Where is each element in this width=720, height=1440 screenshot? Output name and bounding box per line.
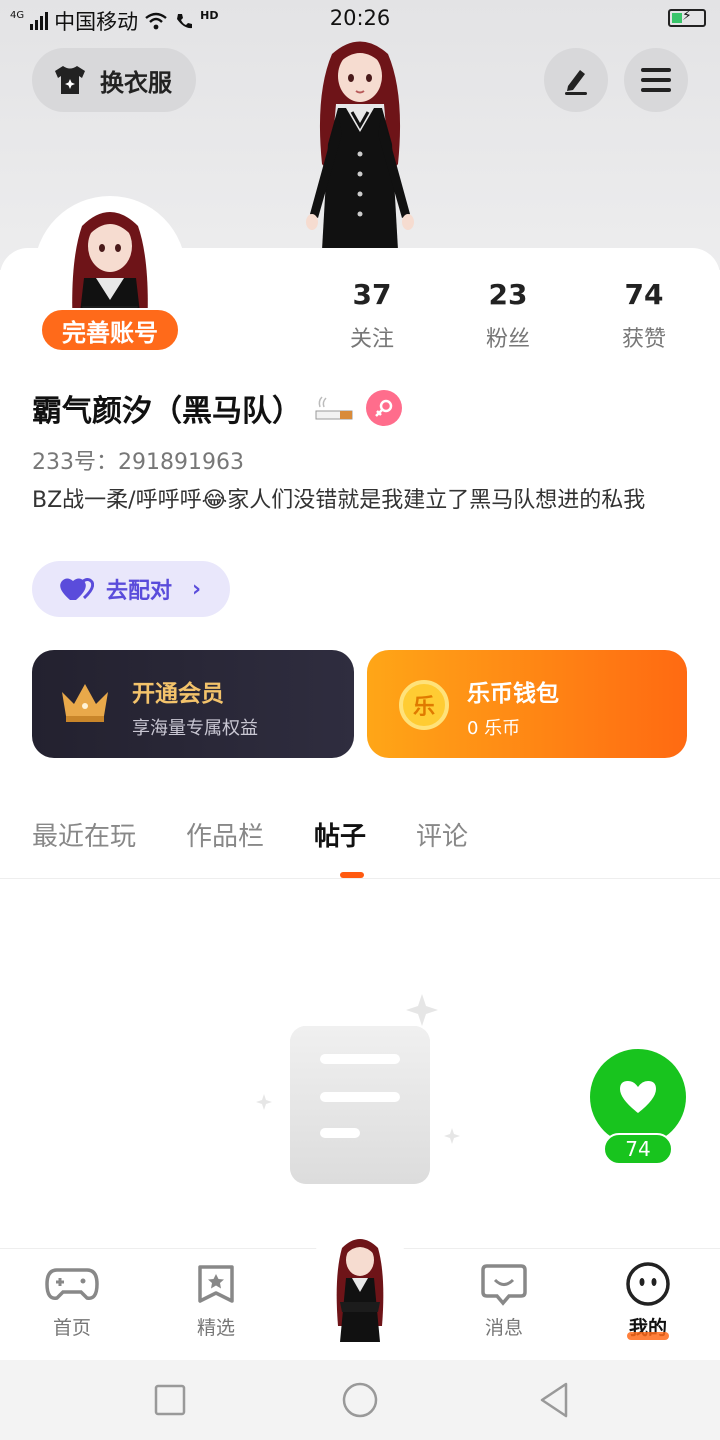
coin-icon: 乐 [399,680,449,730]
go-match-label: 去配对 [106,579,173,604]
empty-document-icon [256,994,460,1184]
fans-label: 粉丝 [485,327,530,352]
complete-account-button[interactable]: 完善账号 [40,308,180,352]
vip-subtitle: 享海量专属权益 [132,718,258,739]
home-circle-icon[interactable] [340,1380,380,1420]
stat-likes[interactable]: 74 获赞 [589,278,699,353]
nav-featured-label: 精选 [196,1317,235,1339]
nav-me-underline [627,1332,669,1340]
following-count: 37 [352,278,392,311]
tab-divider [0,878,720,879]
nav-me[interactable]: 我的 [598,1261,698,1340]
heart-pair-icon [60,578,94,600]
pencil-icon [565,70,587,95]
nav-home-label: 首页 [52,1317,91,1339]
following-label: 关注 [349,327,394,352]
nav-home[interactable]: 首页 [22,1261,122,1340]
recent-apps-icon[interactable] [154,1380,186,1420]
stat-fans[interactable]: 23 粉丝 [453,278,563,353]
tab-posts[interactable]: 帖子 [314,816,366,853]
vip-title: 开通会员 [132,681,224,707]
wallet-balance: 0 乐币 [467,718,521,739]
battery-icon: ⚡ [668,8,706,27]
status-bar: 4G 中国移动 HD 20:26 ⚡ [0,0,720,38]
username: 霸气颜汐（黑马队） [32,394,302,429]
chevron-right-icon: › [192,576,202,602]
tab-comments[interactable]: 评论 [416,816,468,853]
nav-messages[interactable]: 消息 [454,1261,554,1340]
menu-button[interactable] [624,48,688,112]
heart-icon [620,1081,656,1113]
avatar-character-mini [336,1239,384,1342]
nav-avatar-button[interactable] [306,1226,414,1352]
username-row: 霸气颜汐（黑马队） [32,386,402,430]
system-nav-bar [0,1360,720,1440]
crown-icon [62,684,108,722]
go-match-button[interactable]: 去配对 › [32,561,230,617]
user-bio: BZ战一柔/呼呼呼😂家人们没错就是我建立了黑马队想进的私我 [32,488,646,513]
nav-messages-label: 消息 [484,1317,523,1339]
change-outfit-label: 换衣服 [100,68,172,97]
star-bookmark-icon [198,1265,234,1303]
smiley-face-icon [626,1262,670,1306]
like-count: 74 [603,1133,673,1165]
stat-following[interactable]: 37 关注 [317,278,427,353]
back-triangle-icon[interactable] [536,1380,572,1420]
nav-featured[interactable]: 精选 [166,1261,266,1340]
hamburger-icon [641,68,671,92]
wallet-title: 乐币钱包 [467,681,559,707]
profile-tabs: 最近在玩 作品栏 帖子 评论 [32,816,518,853]
female-gender-icon [366,390,402,426]
likes-count: 74 [624,278,664,311]
tab-recent[interactable]: 最近在玩 [32,816,136,853]
gamepad-icon [45,1268,99,1300]
likes-label: 获赞 [621,327,666,352]
status-time: 20:26 [329,6,391,30]
cigarette-icon [315,396,353,420]
fans-count: 23 [488,278,528,311]
vip-card[interactable]: 开通会员 享海量专属权益 [32,650,354,758]
edit-profile-button[interactable] [544,48,608,112]
like-button[interactable] [590,1049,686,1145]
chat-bubble-icon [481,1264,527,1306]
avatar-character[interactable] [280,34,440,250]
tshirt-icon [55,66,85,94]
wallet-card[interactable]: 乐 乐币钱包 0 乐币 [367,650,687,758]
change-outfit-button[interactable]: 换衣服 [32,48,196,112]
tab-works[interactable]: 作品栏 [186,816,264,853]
user-id: 233号：291891963 [32,450,244,475]
